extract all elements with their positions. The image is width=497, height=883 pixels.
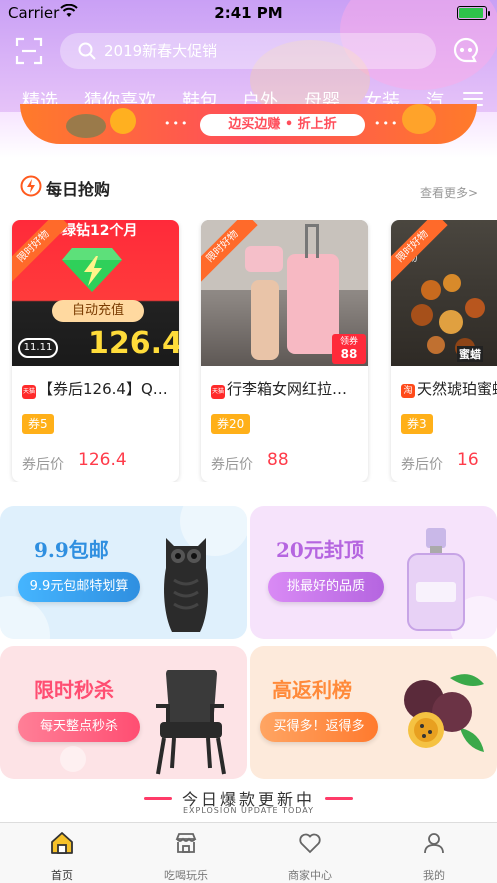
price-value: 16 (457, 450, 479, 470)
product-title: 淘天然琥珀蜜蜡… (401, 378, 497, 399)
promo-tile-price-cap[interactable]: 20元封顶 挑最好的品质 (250, 506, 497, 639)
status-bar: Carrier 2:41 PM (0, 0, 497, 26)
promo-title: 限时秒杀 (34, 678, 114, 702)
nav-merchant-center[interactable]: 商家中心 (248, 823, 372, 883)
banner-text: 边买边赚 • 折上折 (200, 114, 365, 136)
owl-vase-image (164, 538, 208, 632)
promo-title: 9.9包邮 (34, 538, 109, 562)
scan-icon[interactable] (14, 36, 44, 66)
price-label: 券后价 (211, 457, 253, 473)
promo-button[interactable]: 挑最好的品质 (268, 572, 384, 602)
promo-tile-cashback[interactable]: 高返利榜 买得多！返得多 (250, 646, 497, 779)
banner-dots: ••• (164, 117, 190, 130)
nav-home[interactable]: 首页 (0, 823, 124, 883)
nav-food-fun[interactable]: 吃喝玩乐 (124, 823, 248, 883)
heart-icon (299, 833, 321, 854)
banner-decoration (402, 104, 436, 134)
divider-line (143, 797, 172, 800)
banner-decoration (66, 114, 106, 138)
lightning-icon (20, 175, 42, 197)
taobao-icon: 淘 (401, 384, 415, 398)
customer-service-icon[interactable] (451, 36, 481, 66)
divider-line (325, 797, 353, 800)
banner-dots: ••• (374, 117, 400, 130)
store-icon (175, 833, 197, 853)
product-card[interactable]: 领券 88 限时好物 天猫 行李箱女网红拉… 券20 券后价 88 (201, 220, 368, 482)
promo-tile-flash-sale[interactable]: 限时秒杀 每天整点秒杀 (0, 646, 247, 779)
tmall-icon: 天猫 (211, 385, 225, 399)
user-icon (424, 833, 444, 854)
home-icon (51, 832, 73, 854)
nav-label: 首页 (51, 869, 73, 882)
today-section-subtitle: EXPLOSION UPDATE TODAY (182, 806, 315, 815)
product-title: 天猫 【券后126.4】Q… (22, 380, 168, 399)
nav-label: 我的 (423, 869, 445, 882)
product-card[interactable]: 华绿钻12个月 自动充值 11.11 126.4 限时好物 天猫 【券后126.4… (12, 220, 179, 482)
price-value: 126.4 (78, 450, 127, 470)
price-label: 券后价 (22, 457, 64, 473)
nav-label: 商家中心 (288, 869, 332, 882)
chair-image (156, 670, 226, 775)
promo-button[interactable]: 买得多！返得多 (260, 712, 378, 742)
price-value: 88 (267, 450, 289, 470)
see-more-link[interactable]: 查看更多> (420, 184, 478, 201)
promo-button[interactable]: 每天整点秒杀 (18, 712, 140, 742)
battery-icon (457, 6, 490, 20)
passion-fruit-image (404, 674, 484, 752)
coupon-badge: 券20 (211, 414, 251, 434)
tmall-icon: 天猫 (22, 385, 36, 399)
product-card[interactable]: 好物 蜜蜡 限时好物 淘天然琥珀蜜蜡… 券3 券后价 16 (391, 220, 497, 482)
search-icon (78, 42, 96, 60)
clock: 2:41 PM (214, 4, 283, 22)
search-placeholder: 2019新春大促销 (104, 42, 218, 60)
nav-label: 吃喝玩乐 (164, 869, 208, 882)
search-input[interactable]: 2019新春大促销 (60, 33, 436, 69)
coupon-badge: 券3 (401, 414, 433, 434)
banner-decoration (110, 108, 136, 134)
promo-title: 20元封顶 (276, 538, 364, 562)
perfume-image (407, 528, 465, 631)
promo-title: 高返利榜 (272, 678, 352, 702)
product-title: 天猫 行李箱女网红拉… (211, 380, 348, 399)
price-label: 券后价 (401, 457, 443, 473)
section-title: 每日抢购 (20, 175, 110, 200)
promo-tile-free-shipping[interactable]: 9.9包邮 9.9元包邮特划算 (0, 506, 247, 639)
promo-button[interactable]: 9.9元包邮特划算 (18, 572, 140, 602)
bottom-tab-bar: 首页 吃喝玩乐 商家中心 我的 (0, 822, 497, 883)
nav-profile[interactable]: 我的 (372, 823, 496, 883)
product-carousel[interactable]: 华绿钻12个月 自动充值 11.11 126.4 限时好物 天猫 【券后126.4… (0, 220, 497, 482)
app-screen: Carrier 2:41 PM 2019新春大促销 精选 猜你喜欢 鞋包 户外 … (0, 0, 497, 883)
coupon-badge: 券5 (22, 414, 54, 434)
